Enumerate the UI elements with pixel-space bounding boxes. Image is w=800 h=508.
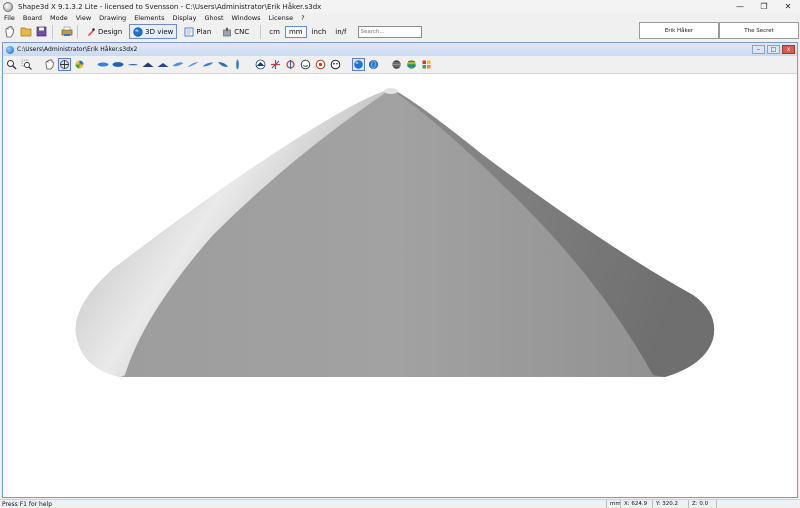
unit-cm-button[interactable]: cm [265, 26, 284, 38]
board-perspective-3-icon[interactable] [201, 58, 214, 71]
board-tabs: Erik Håker The Secret [639, 22, 799, 39]
menu-license[interactable]: License [265, 14, 298, 22]
striped-sphere-icon[interactable] [390, 58, 403, 71]
plan-mode-label: Plan [196, 27, 212, 36]
axis-arrows-icon[interactable] [269, 58, 282, 71]
menu-help[interactable]: ? [297, 14, 308, 22]
zoom-window-icon[interactable] [20, 58, 33, 71]
save-icon[interactable] [35, 25, 48, 38]
toolbar-separator [77, 24, 78, 39]
red-face-icon[interactable] [314, 58, 327, 71]
window-title: Shape3d X 9.1.3.2 Lite - licensed to Sve… [18, 2, 322, 11]
document-window: C:\Users\Administrator\Erik Håker.s3dx2 … [2, 42, 798, 498]
board-side-view-icon[interactable] [231, 58, 244, 71]
cnc-mode-button[interactable]: CNC [218, 24, 253, 39]
view-toolbar [3, 56, 797, 74]
menu-display[interactable]: Display [169, 14, 201, 22]
status-bar: Press F1 for help mm X: 624.9 Y: 320.2 Z… [0, 499, 800, 508]
zoom-icon[interactable] [5, 58, 18, 71]
status-help-text: Press F1 for help [2, 501, 53, 508]
close-button[interactable]: ✕ [776, 0, 800, 13]
3d-viewport[interactable] [3, 75, 797, 497]
menu-board[interactable]: Board [19, 14, 46, 22]
search-input[interactable] [357, 25, 422, 38]
menu-file[interactable]: File [0, 14, 19, 22]
board-nose-view-icon[interactable] [141, 58, 154, 71]
window-controls: — ❐ ✕ [728, 0, 800, 13]
board-profile-view-icon[interactable] [126, 58, 139, 71]
status-unit: mm [606, 500, 621, 508]
menu-windows[interactable]: Windows [228, 14, 265, 22]
menu-mode[interactable]: Mode [46, 14, 72, 22]
hand-icon[interactable] [3, 25, 16, 38]
app-window: Shape3d X 9.1.3.2 Lite - licensed to Sve… [0, 0, 800, 508]
title-bar: Shape3d X 9.1.3.2 Lite - licensed to Sve… [0, 0, 800, 13]
minimize-button[interactable]: — [728, 0, 752, 13]
open-folder-icon[interactable] [19, 25, 32, 38]
menu-view[interactable]: View [72, 14, 95, 22]
rainbow-sphere-icon[interactable] [405, 58, 418, 71]
3d-view-mode-button[interactable]: 3D view [129, 24, 178, 39]
document-globe-icon [6, 45, 14, 54]
menu-drawing[interactable]: Drawing [95, 14, 130, 22]
rotate-axis-icon[interactable] [284, 58, 297, 71]
mountain-section-icon[interactable] [254, 58, 267, 71]
globe-icon [133, 26, 143, 37]
shaded-sphere-icon[interactable] [352, 58, 365, 71]
color-grid-icon[interactable] [420, 58, 433, 71]
board-top-view-icon[interactable] [111, 58, 124, 71]
cnc-mode-label: CNC [234, 27, 250, 36]
board-bottom-view-icon[interactable] [96, 58, 109, 71]
document-controls: – □ x [750, 45, 795, 54]
wire-sphere-icon[interactable] [367, 58, 380, 71]
menu-elements[interactable]: Elements [130, 14, 168, 22]
document-maximize-button[interactable]: □ [767, 45, 780, 54]
maximize-button[interactable]: ❐ [752, 0, 776, 13]
unit-inf-button[interactable]: in/f [331, 26, 350, 38]
status-y-coordinate: Y: 320.2 [652, 500, 678, 508]
toolbar-separator [52, 24, 53, 39]
dark-face-icon[interactable] [329, 58, 342, 71]
board-perspective-2-icon[interactable] [186, 58, 199, 71]
unit-inch-button[interactable]: inch [308, 26, 331, 38]
plan-mode-button[interactable]: Plan [180, 24, 215, 39]
app-logo-icon [3, 1, 13, 12]
unit-mm-button[interactable]: mm [284, 25, 307, 38]
pan-hand-icon[interactable] [43, 58, 56, 71]
plan-sheet-icon [184, 27, 194, 36]
board-3d-render [75, 88, 715, 377]
document-title-bar: C:\Users\Administrator\Erik Håker.s3dx2 … [3, 43, 797, 56]
status-empty-cell [716, 500, 800, 508]
print-icon[interactable] [60, 25, 73, 38]
board-tail-view-icon[interactable] [156, 58, 169, 71]
board-tab-erik-haker[interactable]: Erik Håker [639, 22, 719, 39]
document-title: C:\Users\Administrator\Erik Håker.s3dx2 [17, 46, 138, 53]
document-close-button[interactable]: x [782, 45, 795, 54]
board-nose-tip [384, 88, 398, 94]
document-minimize-button[interactable]: – [752, 45, 765, 54]
3d-view-mode-label: 3D view [145, 27, 174, 36]
design-pencil-icon [88, 27, 95, 36]
smile-face-icon[interactable] [299, 58, 312, 71]
design-mode-label: Design [98, 27, 123, 36]
board-tab-the-secret[interactable]: The Secret [719, 22, 799, 39]
menu-ghost[interactable]: Ghost [200, 14, 227, 22]
toolbar-separator [260, 24, 262, 39]
cnc-machine-icon [223, 27, 232, 36]
status-z-coordinate: Z: 0.0 [688, 500, 708, 508]
board-perspective-4-icon[interactable] [216, 58, 229, 71]
design-mode-button[interactable]: Design [82, 24, 126, 39]
rotate-view-icon[interactable] [58, 58, 71, 71]
board-perspective-1-icon[interactable] [171, 58, 184, 71]
status-x-coordinate: X: 624.9 [620, 500, 647, 508]
color-ball-icon[interactable] [73, 58, 86, 71]
